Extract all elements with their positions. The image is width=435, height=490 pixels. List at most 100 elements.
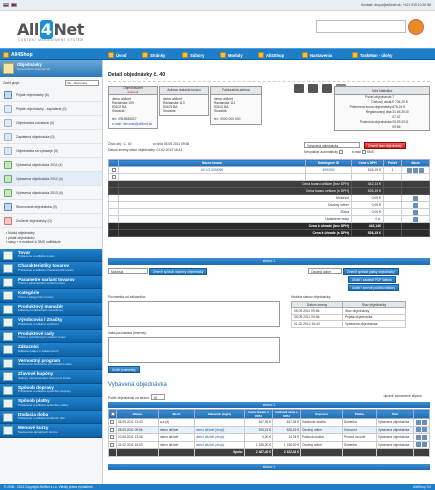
row-checkbox[interactable] bbox=[111, 175, 116, 180]
nav-item-subory[interactable]: Súbory bbox=[182, 51, 204, 59]
detail-icon[interactable] bbox=[421, 427, 427, 433]
row-checkbox[interactable] bbox=[110, 420, 114, 425]
sidebar-item-processing[interactable]: Objednávka sa vybavuje (0) bbox=[0, 144, 102, 158]
detail-icon[interactable] bbox=[421, 434, 427, 440]
col-date[interactable]: Dátum bbox=[116, 409, 159, 419]
edit-icon[interactable] bbox=[415, 427, 421, 433]
columns-link[interactable]: upraviť zobrazenie stĺpcov bbox=[384, 394, 422, 398]
logo[interactable]: All 4 Net bbox=[17, 20, 84, 39]
edit-icon[interactable] bbox=[407, 167, 412, 173]
sidebar-item-received[interactable]: Prijaté objednávky (6) bbox=[0, 88, 102, 102]
select-all-checkbox[interactable] bbox=[110, 412, 115, 417]
sidebar-item-done-2013[interactable]: Vybavená objednávka 2013 (4) bbox=[0, 186, 102, 200]
col-total-price[interactable]: Celková cena s DPH bbox=[272, 409, 301, 419]
print-icon[interactable] bbox=[294, 84, 304, 93]
nav-item-nastavenia[interactable]: Nastavenia bbox=[302, 51, 332, 59]
change-shipping-button[interactable]: Zmeniť spôsob dopravy objednávky bbox=[148, 268, 208, 275]
edit-icon[interactable] bbox=[413, 195, 418, 201]
sidebar-category[interactable]: Výrobcovia / Značky Pridávanie a editácia… bbox=[0, 316, 102, 330]
table-row[interactable]: 20.06.2011 13:48 demo all4net demo all4net… bbox=[108, 433, 430, 442]
category-icon bbox=[3, 331, 13, 341]
item-name-link[interactable]: 4Z LG 409/050 bbox=[201, 168, 224, 172]
sidebar-category[interactable]: Kategórie Práca s kategóriami tovaru bbox=[0, 289, 102, 303]
col-goods-price[interactable]: Cena tovaru s DPH bbox=[244, 409, 273, 419]
sidebar-category[interactable]: Dodacia doba Pridávanie a editácia dodací… bbox=[0, 410, 102, 425]
edit-icon[interactable] bbox=[413, 216, 418, 222]
edit-icon[interactable] bbox=[415, 442, 421, 448]
col-catalog: Katalógové ID bbox=[305, 159, 352, 167]
sidebar-category[interactable]: Menové kurzy Nastavenie aktuálnych kurzov bbox=[0, 424, 102, 438]
per-page-select[interactable]: 40 bbox=[150, 394, 165, 400]
save-notes-button[interactable]: Uložiť poznámky bbox=[108, 366, 140, 373]
edit-icon[interactable] bbox=[415, 434, 421, 440]
sidebar-category[interactable]: Produktové rady Práca s produktovými rada… bbox=[0, 329, 102, 344]
row-checkbox[interactable] bbox=[110, 435, 114, 440]
table-row[interactable]: 21.02.2011 15:03 demo all4net demo all4net… bbox=[108, 440, 430, 449]
nav-item-moduly[interactable]: Moduly bbox=[220, 51, 243, 59]
change-payment-button[interactable]: Zmeniť spôsob platby objednávky bbox=[342, 268, 399, 275]
sidebar-category[interactable]: Zľavové kupóny Nákupy zaznamenané zľavový… bbox=[0, 370, 102, 384]
customer-note-field[interactable] bbox=[108, 301, 280, 327]
nav-item-taskman[interactable]: TaskMan - úlohy bbox=[352, 51, 393, 59]
copy-icon[interactable] bbox=[413, 167, 418, 173]
col-payment[interactable]: Platba bbox=[342, 409, 377, 419]
logo-text-a: All bbox=[17, 20, 39, 39]
sidebar-category[interactable]: Spôsob dopravy Pridávanie a editácia spôs… bbox=[0, 383, 102, 398]
payment-select[interactable]: Osobný odber bbox=[308, 268, 342, 274]
item-catalog-link[interactable]: 409/050 bbox=[322, 168, 334, 172]
sidebar-category[interactable]: Parametre variant tovarov Práca s paramet… bbox=[0, 275, 102, 290]
edit-invoice-button[interactable]: Uložiť / zmeniť položku faktúry bbox=[348, 284, 399, 291]
notify-checkbox[interactable] bbox=[338, 150, 343, 155]
sidebar-category[interactable]: Tovar Pridávanie a editácia tovaru bbox=[0, 248, 102, 263]
header-search-input[interactable] bbox=[316, 20, 406, 33]
sidebar-category[interactable]: Produktový manažér Editácia produktových … bbox=[0, 302, 102, 317]
table-row[interactable]: 06.09.2011 13:43 a.a (e) 647,35 €647,35 € K… bbox=[108, 418, 430, 427]
flag-sk-icon[interactable] bbox=[3, 3, 9, 7]
detail-icon[interactable] bbox=[421, 442, 427, 448]
language-select[interactable]: SK - Slovensky bbox=[65, 79, 99, 86]
edit-icon[interactable] bbox=[413, 209, 418, 215]
print-delivery-icon[interactable] bbox=[322, 84, 332, 93]
sidebar-category[interactable]: Vernostný program Nastavenie bodového ver… bbox=[0, 356, 102, 371]
change-status-button[interactable]: Zmeniť stav objednávky bbox=[364, 142, 406, 149]
sidebar-item-done-2012[interactable]: Vybavená objednávka 2012 (4) bbox=[0, 172, 102, 186]
sidebar-item-done-2011[interactable]: Vybavená objednávka 2011 (4) bbox=[0, 158, 102, 172]
category-subtitle: Editácia údajov o zákazníkoch bbox=[18, 348, 59, 353]
email-checkbox[interactable] bbox=[361, 150, 366, 155]
flag-en-icon[interactable] bbox=[11, 3, 17, 7]
detail-icon[interactable] bbox=[421, 419, 427, 425]
sidebar-item-cancelled[interactable]: Stornovaná objednávka (0) bbox=[0, 200, 102, 214]
edit-icon[interactable] bbox=[413, 202, 418, 208]
row-checkbox[interactable] bbox=[110, 427, 114, 432]
row-checkbox[interactable] bbox=[111, 168, 116, 173]
pdf-invoice-button[interactable]: Uložiť / zasielať PDF faktúru bbox=[348, 276, 396, 283]
sidebar-category[interactable]: Zákazníci Editácia údajov o zákazníkoch bbox=[0, 343, 102, 357]
sidebar-link[interactable]: • stavy + e-mailové & SMS notifikácie bbox=[6, 240, 96, 245]
edit-icon[interactable] bbox=[415, 419, 421, 425]
status-select[interactable]: Vybavená objednávka bbox=[304, 142, 360, 148]
delete-icon[interactable] bbox=[419, 167, 424, 173]
address-line[interactable]: e-mail: rishovsk@all4net.sk bbox=[112, 122, 154, 126]
print-invoice-icon[interactable] bbox=[308, 84, 318, 93]
internal-note-field[interactable] bbox=[108, 337, 280, 363]
header-action-icon[interactable] bbox=[408, 19, 424, 35]
sidebar-item-paid[interactable]: Zaplatená objednávka (0) bbox=[0, 130, 102, 144]
col-customer[interactable]: Zákazník (login) bbox=[194, 409, 245, 419]
row-checkbox[interactable] bbox=[110, 442, 114, 447]
col-name[interactable]: Meno bbox=[158, 409, 195, 419]
nav-brand[interactable]: All4Shop bbox=[3, 51, 33, 59]
shipping-select[interactable]: Motorsol bbox=[108, 268, 148, 274]
nav-item-stranky[interactable]: Stránky bbox=[142, 51, 165, 59]
table-row[interactable]: 05.09.2011 09:56 demo all4net demo all4net… bbox=[108, 425, 430, 434]
sidebar-category[interactable]: Spôsob platby Pridávanie a editácia spôso… bbox=[0, 397, 102, 411]
sidebar-item-sent[interactable]: Objednávka odoslaná (0) bbox=[0, 116, 102, 130]
col-status[interactable]: Stav bbox=[376, 409, 414, 419]
sidebar-category[interactable]: Charakteristiky tovarov Pridávanie a edit… bbox=[0, 262, 102, 276]
address-billing: Fakturačná adresa demo all4net Račianska … bbox=[210, 86, 262, 125]
sidebar-item-received-paid[interactable]: Prijaté objednávky - zaplatené (0) bbox=[0, 102, 102, 116]
category-subtitle: Práca s parametrami variant tovaru bbox=[18, 281, 65, 286]
sidebar-item-deleted[interactable]: Zrušené objednávky (0) bbox=[0, 214, 102, 228]
nav-item-all4shop[interactable]: All4Shop bbox=[258, 51, 284, 59]
nav-item-uvod[interactable]: Úvod bbox=[108, 51, 126, 59]
col-shipping[interactable]: Doprava bbox=[300, 409, 343, 419]
